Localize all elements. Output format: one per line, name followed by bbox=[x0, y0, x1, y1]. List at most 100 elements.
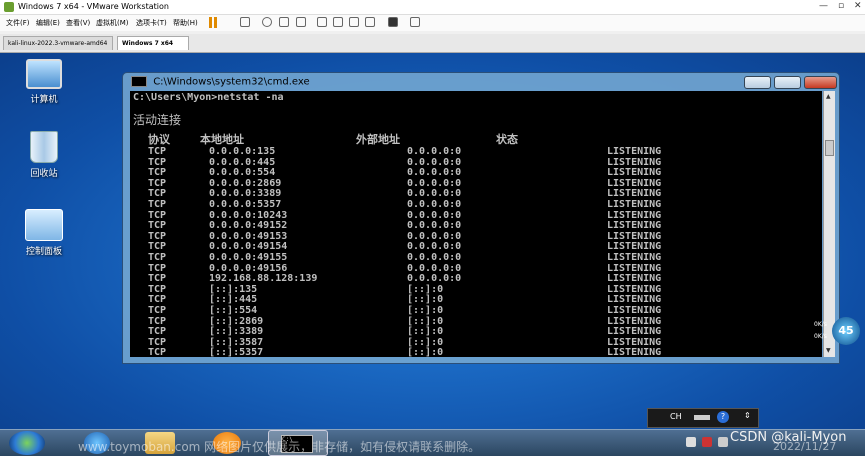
maximize-button[interactable]: ▫ bbox=[838, 1, 844, 11]
cmd-titlebar[interactable]: C:\Windows\system32\cmd.exe bbox=[131, 76, 310, 88]
row-state: LISTENING bbox=[607, 305, 662, 316]
row-local-address: [::]:3389 bbox=[209, 326, 264, 338]
table-row: TCP 0.0.0.0:2869 0.0.0.0:0 LISTENING bbox=[130, 178, 822, 189]
row-proto: TCP bbox=[148, 347, 167, 357]
desktop-icon-label: 计算机 bbox=[30, 95, 58, 105]
table-row: TCP [::]:3389 [::]:0 LISTENING bbox=[130, 326, 822, 338]
table-row: TCP 0.0.0.0:49155 0.0.0.0:0 LISTENING bbox=[130, 252, 822, 263]
send-ctrl-alt-del-icon[interactable] bbox=[240, 17, 250, 27]
row-local-address: 0.0.0.0:49153 bbox=[209, 230, 288, 242]
vmware-menubar: 文件(F) 编辑(E) 查看(V) 虚拟机(M) 选项卡(T) 帮助(H) bbox=[0, 15, 865, 31]
row-local-address: [::]:554 bbox=[209, 305, 258, 316]
row-foreign-address: 0.0.0.0:0 bbox=[407, 273, 462, 285]
date-text: 2022/11/27 bbox=[773, 440, 837, 453]
sidebar-toggle-icon[interactable] bbox=[317, 17, 327, 27]
tab-windows7[interactable]: Windows 7 x64 ✕ bbox=[117, 36, 189, 61]
scroll-down-icon[interactable]: ▼ bbox=[826, 347, 831, 354]
row-proto: TCP bbox=[148, 315, 167, 327]
row-local-address: 0.0.0.0:5357 bbox=[209, 199, 282, 210]
row-proto: TCP bbox=[148, 146, 167, 157]
keyboard-icon[interactable] bbox=[694, 415, 710, 420]
console-output[interactable]: C:\Users\Myon>netstat -na 活动连接 协议 本地地址 外… bbox=[130, 91, 822, 357]
row-foreign-address: 0.0.0.0:0 bbox=[407, 146, 462, 157]
cmd-minimize-button[interactable] bbox=[744, 76, 771, 89]
row-local-address: 0.0.0.0:445 bbox=[209, 156, 276, 168]
desktop-icon-computer[interactable]: 计算机 bbox=[14, 59, 74, 105]
row-foreign-address: 0.0.0.0:0 bbox=[407, 241, 462, 253]
table-row: TCP 192.168.88.128:139 0.0.0.0:0 LISTENING bbox=[130, 273, 822, 285]
pause-icon[interactable] bbox=[209, 17, 212, 28]
table-row: TCP 0.0.0.0:5357 0.0.0.0:0 LISTENING bbox=[130, 199, 822, 210]
desktop-icon-control-panel[interactable]: 控制面板 bbox=[14, 209, 74, 257]
menu-vm[interactable]: 虚拟机(M) bbox=[96, 18, 129, 28]
upload-speed: 0K/s bbox=[814, 321, 827, 328]
row-foreign-address: 0.0.0.0:0 bbox=[407, 262, 462, 274]
close-button[interactable]: ✕ bbox=[854, 1, 862, 11]
language-label[interactable]: CH bbox=[670, 412, 682, 421]
cmd-maximize-button[interactable] bbox=[774, 76, 801, 89]
thumbnail-icon[interactable] bbox=[333, 17, 343, 27]
row-local-address: 0.0.0.0:49154 bbox=[209, 241, 288, 253]
menu-tabs[interactable]: 选项卡(T) bbox=[136, 18, 167, 28]
row-proto: TCP bbox=[148, 273, 167, 285]
row-state: LISTENING bbox=[607, 230, 662, 242]
table-row: TCP 0.0.0.0:3389 0.0.0.0:0 LISTENING bbox=[130, 188, 822, 200]
row-state: LISTENING bbox=[607, 188, 662, 200]
row-state: LISTENING bbox=[607, 156, 662, 168]
row-local-address: 0.0.0.0:554 bbox=[209, 167, 276, 179]
row-foreign-address: 0.0.0.0:0 bbox=[407, 220, 462, 232]
cmd-close-button[interactable] bbox=[804, 76, 837, 89]
row-local-address: 0.0.0.0:3389 bbox=[209, 188, 282, 200]
cmd-title: C:\Windows\system32\cmd.exe bbox=[153, 76, 310, 88]
table-row: TCP 0.0.0.0:135 0.0.0.0:0 LISTENING bbox=[130, 146, 822, 157]
menu-edit[interactable]: 编辑(E) bbox=[36, 18, 60, 28]
langbar-options-icon[interactable]: ⇕ bbox=[744, 411, 751, 420]
console-view-icon[interactable] bbox=[388, 17, 398, 27]
row-state: LISTENING bbox=[607, 273, 662, 285]
row-state: LISTENING bbox=[607, 347, 662, 357]
snapshot-icon[interactable] bbox=[262, 17, 272, 27]
cmd-window[interactable]: C:\Windows\system32\cmd.exe C:\Users\Myo… bbox=[122, 72, 840, 364]
row-local-address: [::]:135 bbox=[209, 283, 258, 295]
tab-label: Windows 7 x64 bbox=[122, 40, 174, 47]
minimize-button[interactable]: — bbox=[819, 1, 828, 11]
table-row: TCP [::]:2869 [::]:0 LISTENING bbox=[130, 315, 822, 327]
table-row: TCP 0.0.0.0:445 0.0.0.0:0 LISTENING bbox=[130, 156, 822, 168]
stretch-view-icon[interactable] bbox=[410, 17, 420, 27]
language-bar[interactable]: CH ? ⇕ bbox=[647, 408, 759, 428]
table-row: TCP 0.0.0.0:554 0.0.0.0:0 LISTENING bbox=[130, 167, 822, 179]
menu-help[interactable]: 帮助(H) bbox=[173, 18, 198, 28]
row-state: LISTENING bbox=[607, 294, 662, 306]
row-proto: TCP bbox=[148, 294, 167, 306]
table-row: TCP [::]:445 [::]:0 LISTENING bbox=[130, 294, 822, 306]
menu-view[interactable]: 查看(V) bbox=[66, 18, 90, 28]
row-foreign-address: 0.0.0.0:0 bbox=[407, 230, 462, 242]
scroll-thumb[interactable] bbox=[825, 140, 834, 156]
unity-icon[interactable] bbox=[365, 17, 375, 27]
row-proto: TCP bbox=[148, 326, 167, 338]
row-proto: TCP bbox=[148, 230, 167, 242]
row-foreign-address: 0.0.0.0:0 bbox=[407, 156, 462, 168]
start-button[interactable] bbox=[9, 431, 45, 455]
snapshot-manager-icon[interactable] bbox=[296, 17, 306, 27]
network-meter-gadget[interactable]: 0K/s 0K/s 45 bbox=[798, 317, 862, 347]
row-proto: TCP bbox=[148, 167, 167, 179]
table-row: TCP [::]:135 [::]:0 LISTENING bbox=[130, 283, 822, 295]
desktop-icon-recycle-bin[interactable]: 回收站 bbox=[14, 131, 74, 179]
row-state: LISTENING bbox=[607, 283, 662, 295]
help-icon[interactable]: ? bbox=[717, 411, 729, 423]
action-center-icon[interactable] bbox=[702, 437, 712, 447]
network-icon[interactable] bbox=[718, 437, 728, 447]
table-row: TCP 0.0.0.0:49153 0.0.0.0:0 LISTENING bbox=[130, 230, 822, 242]
vmware-logo-icon bbox=[4, 2, 14, 12]
row-foreign-address: 0.0.0.0:0 bbox=[407, 252, 462, 263]
scroll-up-icon[interactable]: ▲ bbox=[826, 93, 831, 100]
show-hidden-icon[interactable] bbox=[686, 437, 696, 447]
fullscreen-icon[interactable] bbox=[349, 17, 359, 27]
menu-file[interactable]: 文件(F) bbox=[6, 18, 30, 28]
row-proto: TCP bbox=[148, 156, 167, 168]
row-local-address: [::]:445 bbox=[209, 294, 258, 306]
revert-snapshot-icon[interactable] bbox=[279, 17, 289, 27]
tab-kali[interactable]: kali-linux-2022.3-vmware-amd64 bbox=[3, 36, 113, 50]
cmd-icon bbox=[131, 76, 147, 87]
